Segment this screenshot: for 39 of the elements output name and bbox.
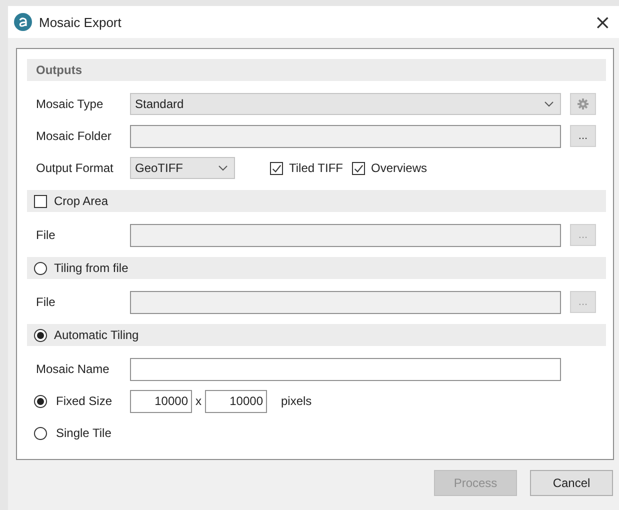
checkbox[interactable] — [352, 162, 366, 174]
field-label: Mosaic Type — [35, 97, 104, 111]
close-button[interactable]: × — [586, 7, 619, 37]
field-label: Fixed Size — [55, 394, 112, 408]
option-label: Tiled TIFF — [289, 161, 344, 175]
path-field[interactable] — [130, 124, 561, 148]
path-field[interactable] — [130, 224, 561, 246]
path-field[interactable] — [130, 290, 561, 314]
text-field[interactable] — [130, 358, 561, 380]
unit-label: pixels — [281, 394, 312, 408]
field-label: Mosaic Name — [35, 362, 110, 376]
field-label: File — [35, 228, 56, 242]
height-field[interactable]: 10000 — [205, 390, 267, 412]
radio-button[interactable] — [34, 328, 47, 342]
field-label: Output Format — [35, 161, 114, 175]
radio-button[interactable] — [34, 394, 47, 408]
dialog-button[interactable]: Cancel — [530, 470, 613, 496]
option-label: Overviews — [371, 161, 428, 175]
chevron-down-icon — [544, 101, 554, 107]
checkbox[interactable] — [34, 194, 47, 208]
times-sign: x — [194, 394, 202, 408]
section-title: Crop Area — [54, 194, 108, 208]
chevron-down-icon — [218, 165, 228, 171]
app-logo-icon — [14, 13, 32, 31]
field-label: Single Tile — [55, 426, 112, 440]
width-field[interactable]: 10000 — [130, 390, 192, 412]
section-title: Outputs — [35, 63, 82, 77]
mosaic-type-dropdown[interactable]: Standard — [130, 93, 561, 115]
radio-button[interactable] — [34, 262, 47, 274]
field-label: File — [35, 295, 56, 309]
section-title: Automatic Tiling — [54, 328, 139, 342]
settings-icon — [577, 98, 589, 110]
format-dropdown[interactable]: GeoTIFF — [130, 157, 235, 179]
window-title: Mosaic Export — [39, 14, 122, 30]
section-title: Tiling from file — [54, 261, 128, 275]
radio-button[interactable] — [34, 426, 47, 440]
field-label: Mosaic Folder — [35, 129, 112, 143]
browse-button[interactable]: ... — [570, 125, 596, 147]
checkbox[interactable] — [270, 162, 283, 174]
